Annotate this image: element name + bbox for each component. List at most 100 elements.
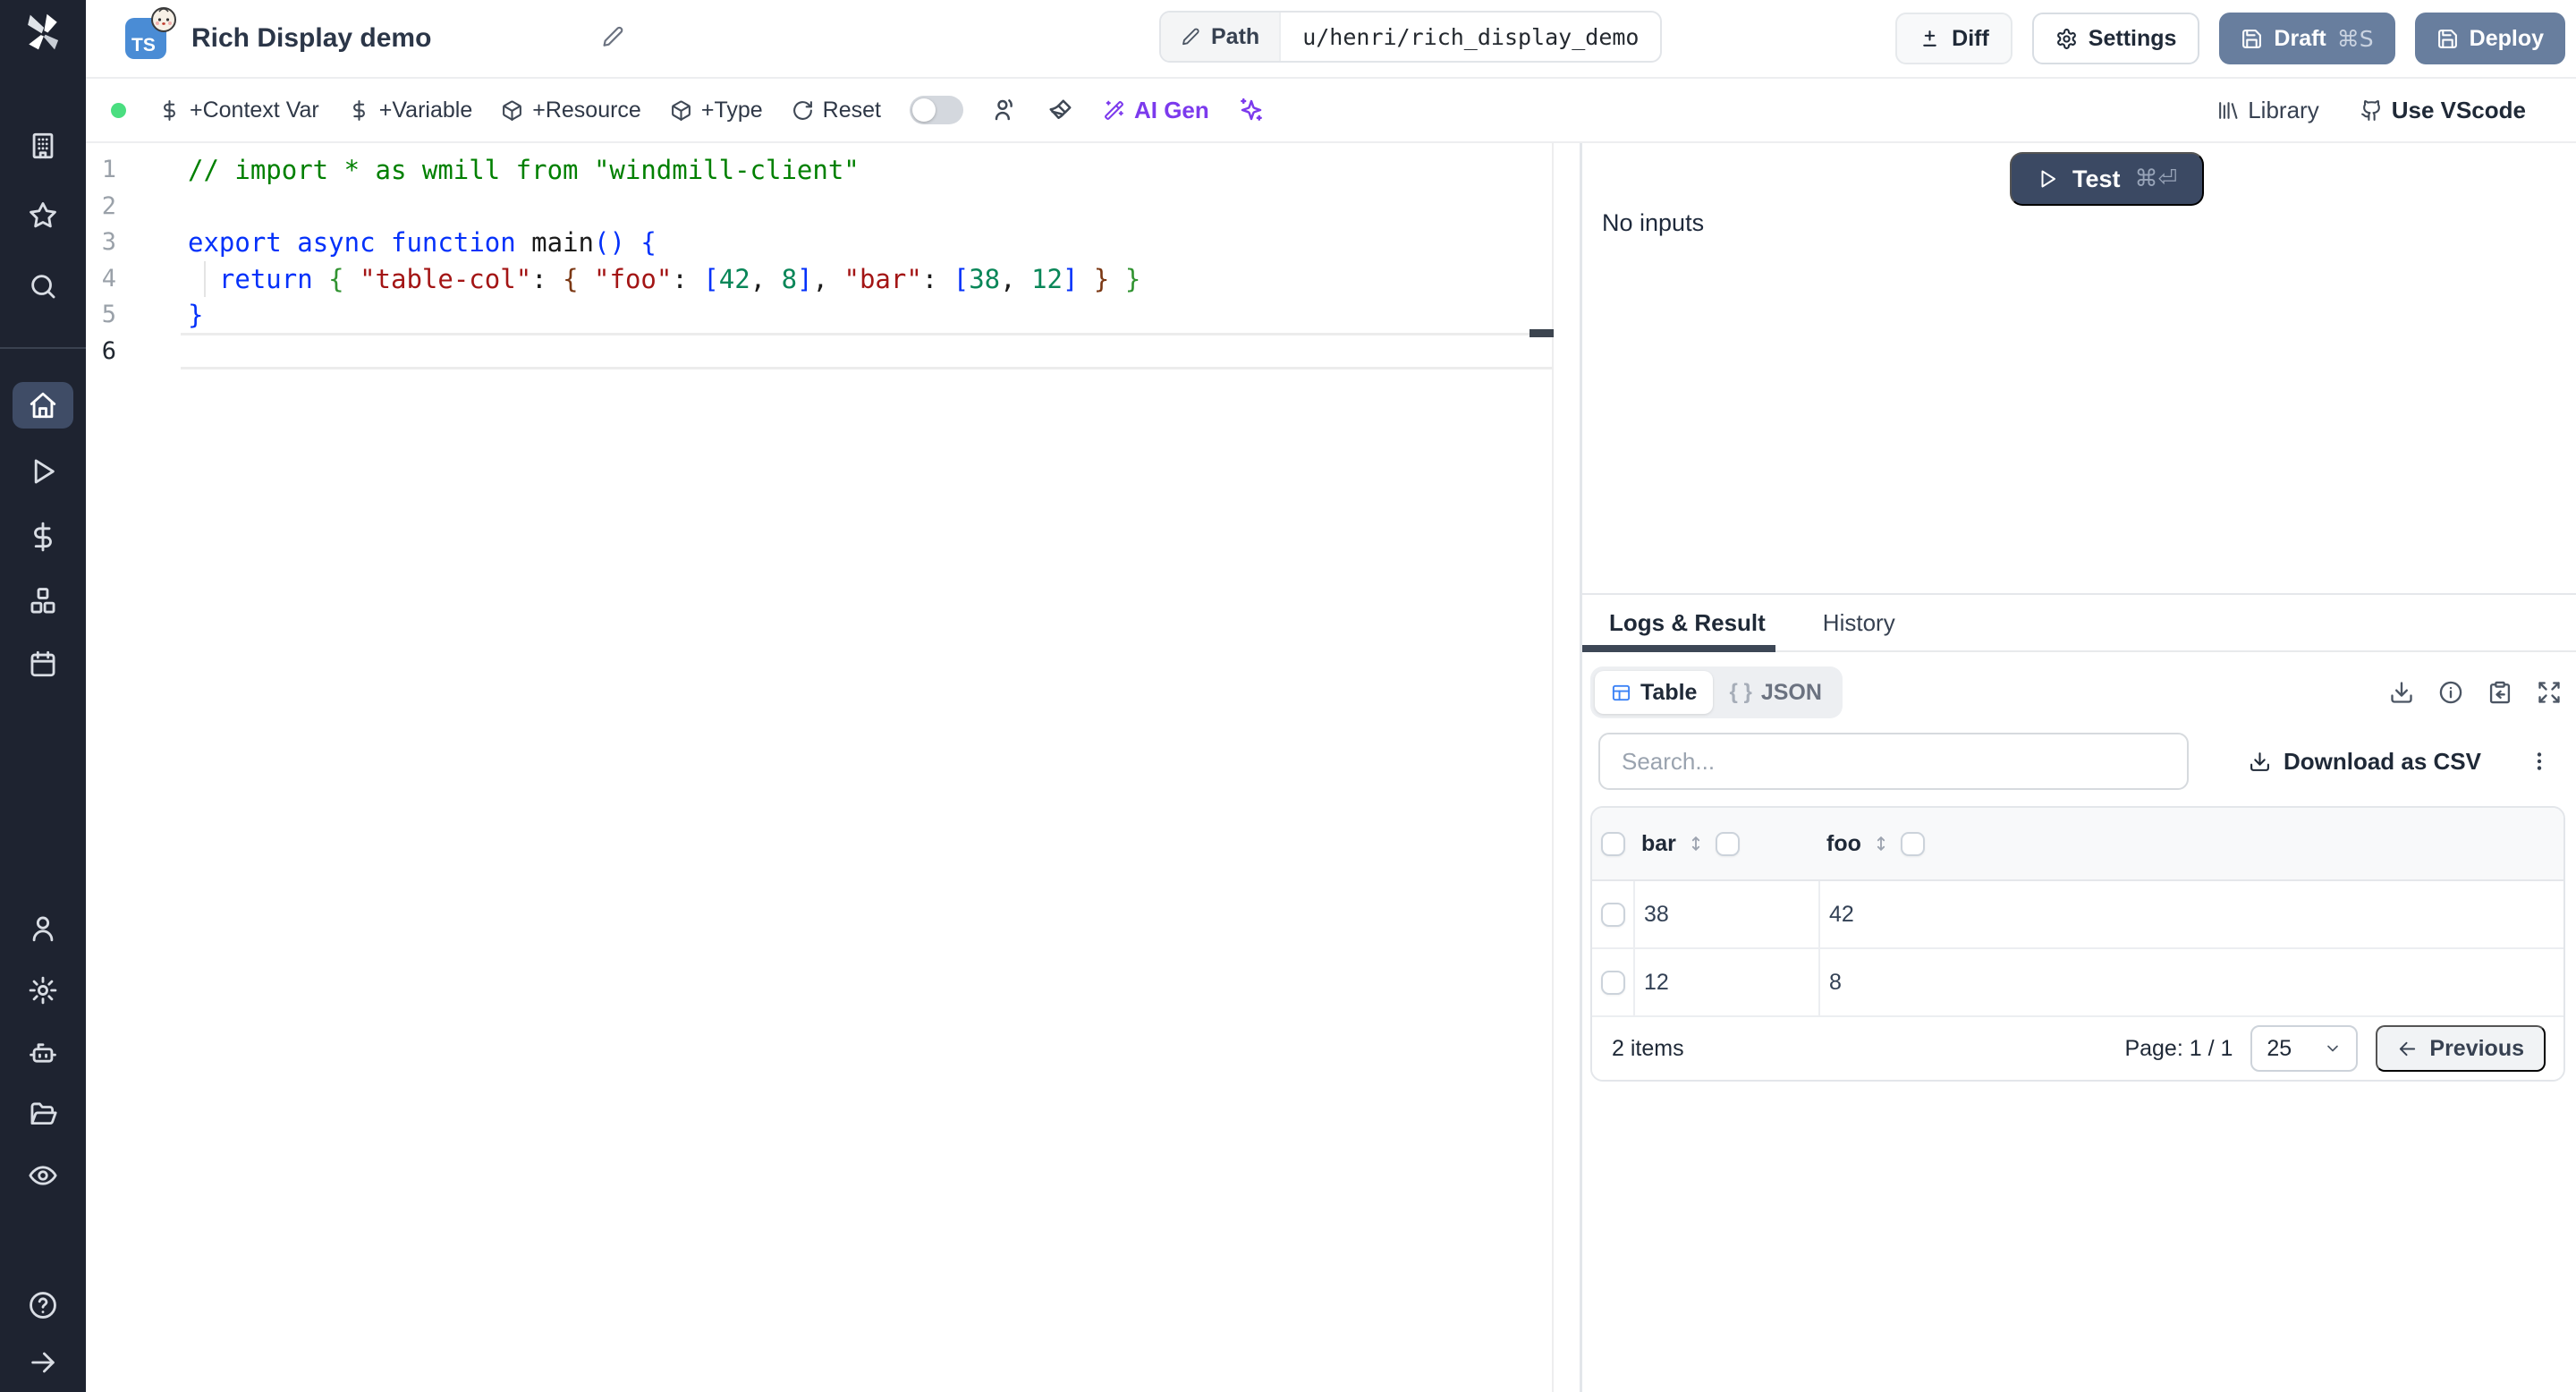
page-size-select[interactable]: 25 [2250, 1025, 2359, 1072]
sidebar-item-user[interactable] [28, 913, 58, 944]
column-toggle-checkbox[interactable] [1715, 831, 1740, 856]
chevron-down-icon [2327, 1045, 2339, 1052]
view-toggle: Table { } JSON [1590, 666, 1843, 718]
multiplayer-users-icon[interactable] [992, 97, 1019, 123]
sidebar-item-runs[interactable] [28, 456, 58, 487]
use-vscode-label: Use VScode [2391, 96, 2526, 123]
search-input[interactable] [1598, 733, 2189, 790]
reset-button[interactable]: Reset [792, 98, 881, 123]
table-row[interactable]: 12 8 [1592, 949, 2563, 1017]
page-title: Rich Display demo [191, 23, 432, 53]
emoji-sticker [151, 7, 176, 32]
diff-button[interactable]: Diff [1895, 13, 2012, 64]
library-button[interactable]: Library [2216, 96, 2319, 124]
code-lines[interactable]: // import * as wmill from "windmill-clie… [188, 152, 1549, 369]
sidebar-divider [0, 347, 86, 349]
code-line[interactable]: export async function main() { [188, 225, 1549, 261]
clipboard-copy-icon[interactable] [2487, 680, 2512, 705]
add-variable-button[interactable]: +Variable [348, 98, 472, 123]
edit-title-pencil-icon[interactable] [601, 25, 624, 53]
sidebar-item-resources[interactable] [28, 586, 58, 616]
code-line[interactable] [188, 189, 1549, 225]
sparkles-icon[interactable] [1238, 97, 1265, 123]
table-controls-row: Download as CSV [1598, 733, 2562, 790]
toggle-knob [911, 98, 936, 122]
sidebar-item-audit-eye[interactable] [28, 1160, 58, 1191]
braces-icon: { } [1729, 680, 1752, 704]
table-menu-kebab-icon[interactable] [2528, 750, 2551, 773]
format-paintbrush-icon[interactable] [1047, 97, 1074, 123]
add-type-label: +Type [700, 97, 763, 123]
sort-icon[interactable] [1686, 834, 1706, 853]
pencil-icon [1182, 28, 1199, 46]
code-line[interactable]: return { "table-col": { "foo": [42, 8], … [188, 261, 1549, 298]
draft-label: Draft [2274, 25, 2326, 51]
workspace-icon[interactable] [28, 131, 58, 161]
search-icon[interactable] [28, 271, 58, 301]
header: TS Rich Display demo Path u/henri/rich_d… [86, 0, 2576, 79]
tab-history[interactable]: History [1823, 609, 1895, 637]
line-number-gutter: 1 2 3 4 5 6 [86, 152, 116, 369]
wand-icon [1105, 100, 1123, 120]
line-number: 1 [101, 156, 116, 183]
download-csv-button[interactable]: Download as CSV [2249, 748, 2481, 776]
row-checkbox[interactable] [1600, 970, 1625, 995]
ai-gen-button[interactable]: AI Gen [1103, 97, 1209, 124]
sidebar-item-settings[interactable] [28, 975, 58, 1006]
expand-icon[interactable] [2537, 680, 2562, 705]
result-section: Logs & Result History Table { } JSON Sea… [1582, 593, 2576, 1392]
path-field[interactable]: Path u/henri/rich_display_demo [1159, 11, 1663, 63]
add-resource-label: +Resource [532, 97, 641, 123]
use-vscode-button[interactable]: Use VScode [2360, 97, 2526, 124]
help-icon[interactable] [28, 1290, 58, 1320]
sidebar-item-folders[interactable] [28, 1099, 58, 1130]
view-table-button[interactable]: Table [1595, 671, 1714, 714]
favorites-star-icon[interactable] [28, 200, 58, 231]
sidebar-item-schedules[interactable] [28, 649, 58, 679]
table-row[interactable]: 38 42 [1592, 881, 2563, 949]
previous-page-button[interactable]: Previous [2376, 1025, 2546, 1072]
deploy-button[interactable]: Deploy [2414, 13, 2565, 64]
multiplayer-toggle[interactable] [909, 96, 963, 124]
add-context-var-button[interactable]: +Context Var [158, 98, 319, 123]
header-actions: Diff Settings Draft ⌘S Deploy [1895, 13, 2576, 64]
code-line[interactable]: } [188, 297, 1549, 334]
line-number: 3 [101, 228, 116, 256]
row-checkbox[interactable] [1600, 902, 1625, 927]
package-icon [671, 100, 691, 121]
test-run-button[interactable]: Test ⌘⏎ [2010, 152, 2205, 206]
cell-bar: 12 [1633, 949, 1818, 1015]
info-icon[interactable] [2438, 680, 2463, 705]
column-header-bar: bar [1641, 830, 1676, 856]
download-icon[interactable] [2389, 680, 2414, 705]
result-table: bar foo 38 42 12 8 2 items Page: 1 / 1 2… [1590, 806, 2565, 1082]
add-type-button[interactable]: +Type [670, 98, 763, 123]
test-shortcut: ⌘⏎ [2134, 166, 2178, 192]
library-icon [2219, 101, 2238, 119]
draft-button[interactable]: Draft ⌘S [2219, 13, 2395, 64]
deploy-label: Deploy [2469, 25, 2544, 51]
windmill-logo-icon[interactable] [19, 8, 67, 56]
code-line[interactable]: // import * as wmill from "windmill-clie… [188, 152, 1549, 189]
column-toggle-checkbox[interactable] [1900, 831, 1925, 856]
code-line[interactable] [188, 334, 1549, 370]
code-editor[interactable]: 1 2 3 4 5 6 // import * as wmill from "w… [86, 143, 1580, 1392]
settings-button[interactable]: Settings [2031, 13, 2200, 64]
sidebar-item-variables[interactable] [28, 522, 58, 552]
library-label: Library [2248, 96, 2319, 123]
main-column: TS Rich Display demo Path u/henri/rich_d… [86, 0, 2576, 1392]
sidebar-item-home[interactable] [13, 382, 73, 429]
draft-shortcut: ⌘S [2336, 25, 2374, 52]
expand-sidebar-arrow-icon[interactable] [28, 1347, 58, 1378]
tab-logs-result[interactable]: Logs & Result [1609, 609, 1766, 637]
sort-icon[interactable] [1871, 834, 1891, 853]
save-icon [2437, 29, 2457, 48]
add-resource-button[interactable]: +Resource [501, 98, 641, 123]
view-json-button[interactable]: { } JSON [1713, 671, 1837, 714]
result-tabs: Logs & Result History [1582, 595, 2576, 652]
view-json-label: JSON [1760, 679, 1822, 705]
path-value[interactable]: u/henri/rich_display_demo [1281, 13, 1660, 61]
sidebar-item-workers[interactable] [28, 1038, 58, 1068]
select-all-checkbox[interactable] [1600, 831, 1625, 856]
page-size-value: 25 [2267, 1035, 2292, 1061]
